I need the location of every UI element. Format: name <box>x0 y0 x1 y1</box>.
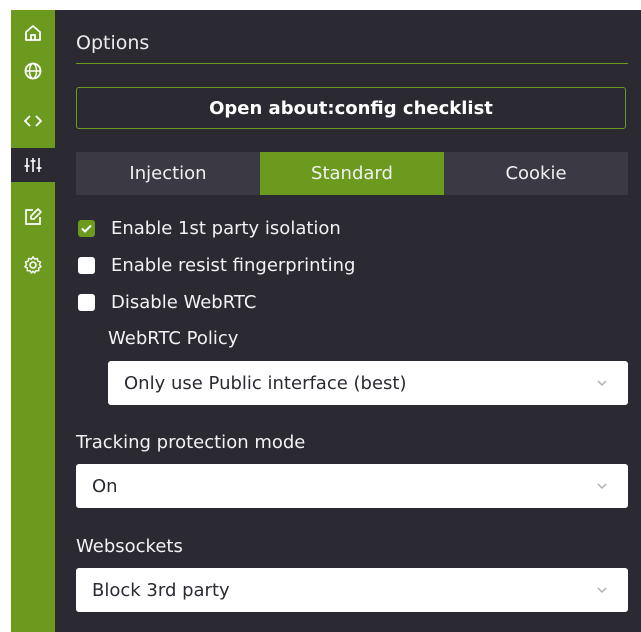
sidebar-item-home[interactable] <box>11 16 55 50</box>
first-party-isolation-label: Enable 1st party isolation <box>111 217 341 239</box>
webrtc-policy-select[interactable]: Only use Public interface (best) <box>108 361 628 405</box>
title-divider <box>76 63 628 64</box>
first-party-isolation-option[interactable]: Enable 1st party isolation <box>76 216 341 240</box>
sidebar-item-code[interactable] <box>11 104 55 138</box>
webrtc-policy-value: Only use Public interface (best) <box>124 372 407 394</box>
home-icon <box>25 25 41 41</box>
websockets-label: Websockets <box>76 536 183 557</box>
options-panel: Options Open about:config checklist Inje… <box>11 10 641 632</box>
disable-webrtc-option[interactable]: Disable WebRTC <box>76 290 256 314</box>
sidebar-item-edit[interactable] <box>11 200 55 234</box>
edit-icon <box>25 208 42 225</box>
sidebar-item-globe[interactable] <box>11 54 55 88</box>
tab-cookie[interactable]: Cookie <box>444 152 628 195</box>
tracking-protection-value: On <box>92 475 118 497</box>
tab-injection[interactable]: Injection <box>76 152 260 195</box>
first-party-isolation-checkbox[interactable] <box>78 219 95 237</box>
checkmark-icon <box>81 224 92 233</box>
resist-fingerprinting-label: Enable resist fingerprinting <box>111 254 356 276</box>
disable-webrtc-label: Disable WebRTC <box>111 291 257 313</box>
open-config-checklist-button[interactable]: Open about:config checklist <box>76 87 626 129</box>
webrtc-policy-label: WebRTC Policy <box>108 328 239 349</box>
gear-icon <box>24 256 42 274</box>
chevron-down-icon <box>597 483 607 490</box>
tracking-protection-label: Tracking protection mode <box>76 432 306 453</box>
code-icon <box>23 115 43 127</box>
sliders-icon <box>24 158 42 172</box>
disable-webrtc-checkbox[interactable] <box>78 293 95 311</box>
sidebar <box>11 10 55 632</box>
tab-bar: Injection Standard Cookie <box>76 152 628 195</box>
page-title: Options <box>76 32 150 54</box>
websockets-select[interactable]: Block 3rd party <box>76 568 628 612</box>
tab-standard[interactable]: Standard <box>260 152 444 195</box>
resist-fingerprinting-option[interactable]: Enable resist fingerprinting <box>76 253 355 277</box>
chevron-down-icon <box>597 380 607 387</box>
websockets-value: Block 3rd party <box>92 579 230 601</box>
resist-fingerprinting-checkbox[interactable] <box>78 256 95 274</box>
chevron-down-icon <box>597 587 607 594</box>
sidebar-item-sliders[interactable] <box>11 148 55 182</box>
globe-icon <box>24 62 42 80</box>
sidebar-item-settings[interactable] <box>11 248 55 282</box>
tracking-protection-select[interactable]: On <box>76 464 628 508</box>
